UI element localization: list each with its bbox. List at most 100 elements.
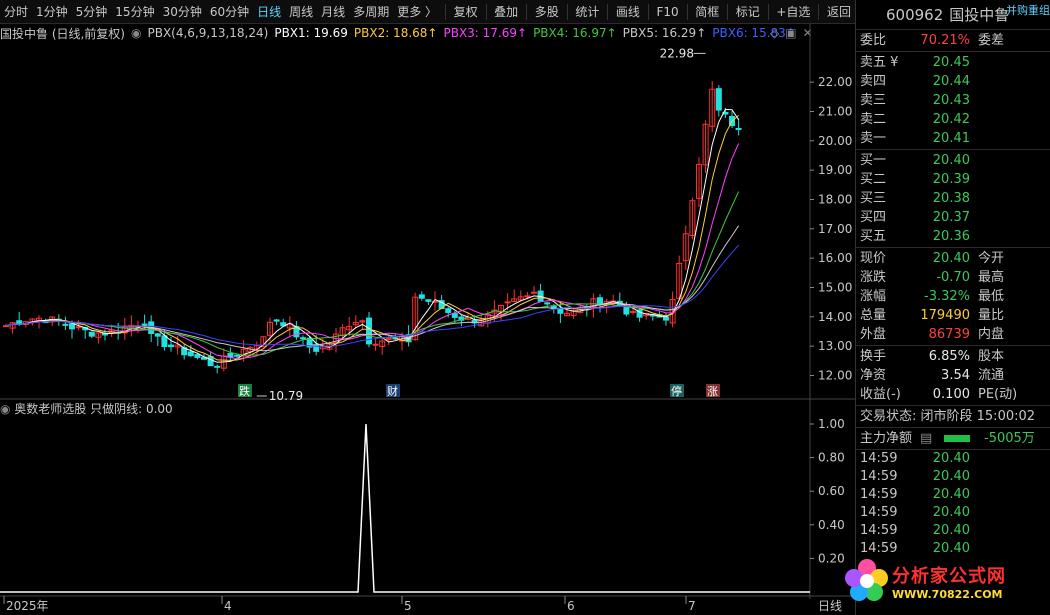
- sub-tick-label: 0.80: [818, 451, 845, 465]
- candle-body: [187, 351, 194, 357]
- period-tab-0[interactable]: 分时: [0, 0, 32, 24]
- stat-row: 净资 3.54 流通: [860, 368, 1005, 383]
- price-tick-label: 16.00: [818, 251, 852, 265]
- period-toolbar: 分时 1分钟 5分钟 15分钟 30分钟 60分钟 日线 周线 月线 多周期 更多 〉复权 叠加 多股统…: [0, 0, 855, 24]
- bid-row: 买四 20.37: [860, 210, 970, 225]
- candle-body: [194, 354, 201, 358]
- tool-button-5[interactable]: F10: [652, 0, 682, 24]
- time-tick-label: 7: [688, 599, 696, 613]
- main-flow-value: -5005万: [984, 431, 1035, 446]
- stats2-list: 换手 6.85% 股本 净资 3.54 流通 收益(-) 0.100 PE(动): [856, 346, 1050, 406]
- merger-badge[interactable]: 并购重组: [1006, 2, 1050, 18]
- price-tick-label: 19.00: [818, 163, 852, 177]
- price-tick-label: 17.00: [818, 222, 852, 236]
- stat-row: 换手 6.85% 股本: [860, 349, 1005, 364]
- ma-line-2: [5, 115, 739, 361]
- stat-row: 涨幅 -3.32% 最低: [860, 289, 1005, 304]
- signal-line: [0, 423, 810, 593]
- tool-button-4[interactable]: 画线: [612, 0, 644, 24]
- time-tick-label: 5: [404, 599, 412, 613]
- period-tab-3[interactable]: 15分钟: [111, 0, 158, 24]
- site-logo: 分析家公式网 WWW.70822.COM: [842, 552, 1042, 610]
- event-tag: 跌: [239, 384, 250, 398]
- stock-code: 600962: [886, 5, 944, 24]
- ask-row: 卖二 20.42: [860, 112, 970, 127]
- tick-row: 14:59 20.40: [860, 469, 970, 484]
- period-tab-10[interactable]: 更多 〉: [393, 0, 441, 24]
- tool-button-6[interactable]: 简框: [691, 0, 723, 24]
- price-tick-label: 22.00: [818, 75, 852, 89]
- candle-body: [524, 295, 531, 298]
- tool-button-3[interactable]: 统计: [571, 0, 603, 24]
- price-tick-label: 15.00: [818, 280, 852, 294]
- period-tab-4[interactable]: 30分钟: [159, 0, 206, 24]
- candle-body: [300, 337, 306, 340]
- candle-body: [418, 294, 425, 299]
- sub-tick-label: 0.40: [818, 518, 845, 532]
- stat-row: 现价 20.40 今开: [860, 251, 1005, 266]
- candle-body: [227, 353, 234, 358]
- candle-body: [273, 319, 280, 322]
- candle-body: [75, 326, 82, 329]
- tool-button-1[interactable]: 叠加: [490, 0, 522, 24]
- price-tick-label: 20.00: [818, 134, 852, 148]
- period-label: 日线: [818, 599, 842, 613]
- candle-body: [88, 331, 95, 337]
- period-tab-5[interactable]: 60分钟: [206, 0, 253, 24]
- tool-button-7[interactable]: 标记: [732, 0, 764, 24]
- sub-indicator-icon[interactable]: ◉: [0, 402, 14, 416]
- candle-body: [161, 335, 168, 348]
- kline-chart[interactable]: 22.00 21.00 20.00 19.00 18.00 17.00 16.00 15.00…: [0, 24, 855, 615]
- bid-list: 买一 20.40 买二 20.39 买三 20.38 买四 20.37 买五 20.36: [856, 150, 1050, 248]
- weibi-row: 委比 70.21% 委差: [860, 33, 1005, 48]
- candle-body: [451, 313, 458, 318]
- candle-body: [168, 344, 174, 348]
- period-tab-8[interactable]: 月线: [317, 0, 349, 24]
- bid-row: 买一 20.40: [860, 153, 970, 168]
- candle-body: [735, 127, 742, 130]
- candle-body: [154, 333, 161, 337]
- candle-body: [3, 325, 9, 328]
- stock-title: 600962 国投中鲁 并购重组: [856, 0, 1050, 30]
- event-tag: 财: [387, 384, 398, 398]
- stats-list: 现价 20.40 今开 涨跌 -0.70 最高 涨幅 -3.32% 最低 总量 179490 量比 外盘…: [856, 248, 1050, 346]
- flower-logo-icon: [845, 559, 888, 601]
- logo-text: 分析家公式网: [892, 565, 1006, 587]
- candle-body: [234, 354, 240, 357]
- tick-row: 14:59 20.40: [860, 523, 970, 538]
- stat-row: 外盘 86739 内盘: [860, 327, 1005, 342]
- bid-row: 买二 20.39: [860, 172, 970, 187]
- list-icon[interactable]: ▤: [920, 429, 936, 448]
- sub-tick-label: 0.60: [818, 484, 845, 498]
- ask-row: 卖一 20.41: [860, 131, 970, 146]
- tool-button-0[interactable]: 复权: [450, 0, 482, 24]
- ma-line-1: [5, 108, 740, 363]
- price-tick-label: 21.00: [818, 104, 852, 118]
- candle-body: [62, 323, 69, 326]
- period-tab-1[interactable]: 1分钟: [32, 0, 72, 24]
- price-tick-label: 18.00: [818, 192, 852, 206]
- stat-row: 收益(-) 0.100 PE(动): [860, 387, 1018, 402]
- candle-body: [69, 323, 75, 330]
- tick-row: 14:59 20.40: [860, 451, 970, 466]
- candle-body: [544, 302, 551, 305]
- tick-row: 14:59 20.40: [860, 487, 970, 502]
- tool-button-8[interactable]: +自选: [772, 0, 814, 24]
- trade-status: 交易状态: 闭市阶段 15:00:02: [860, 409, 1036, 424]
- ask-row: 卖三 20.43: [860, 93, 970, 108]
- period-tab-2[interactable]: 5分钟: [72, 0, 112, 24]
- period-tab-7[interactable]: 周线: [285, 0, 317, 24]
- ask-row: 卖五 ¥20.45: [860, 55, 970, 70]
- tool-button-9[interactable]: 返回: [823, 0, 855, 24]
- tool-button-2[interactable]: 多股: [531, 0, 563, 24]
- sub-tick-label: 1.00: [818, 417, 845, 431]
- bid-row: 买五 20.36: [860, 229, 970, 244]
- period-tab-9[interactable]: 多周期: [349, 0, 393, 24]
- tick-list[interactable]: 14:59 20.40 14:59 20.40 14:59 20.40 14:59 20.40…: [856, 450, 1050, 558]
- stock-name: 国投中鲁: [949, 6, 1010, 24]
- sub-indicator-label: 奥数老师选股 只做阴线: 0.00: [14, 402, 173, 416]
- period-tab-6[interactable]: 日线: [253, 0, 285, 24]
- weibi-value: 70.21%: [920, 33, 970, 48]
- high-label: 22.98: [660, 46, 694, 60]
- price-tick-label: 13.00: [818, 339, 852, 353]
